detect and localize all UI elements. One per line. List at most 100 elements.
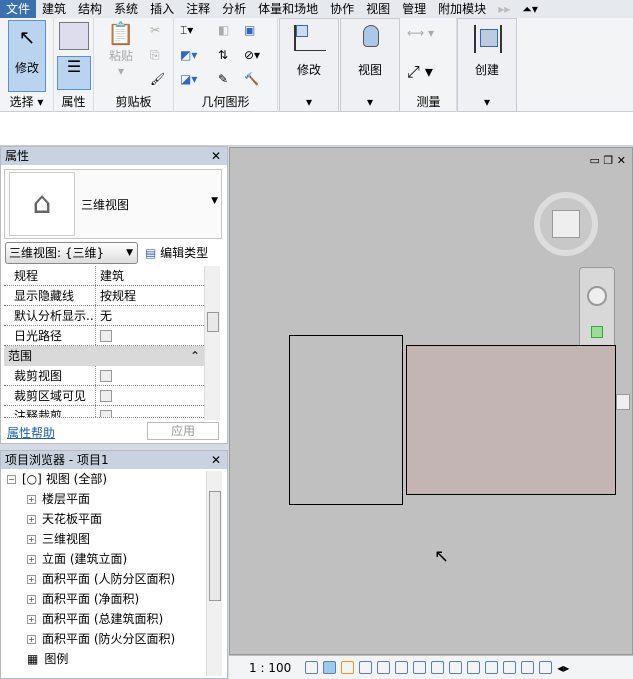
type-properties-icon[interactable]: [59, 22, 89, 50]
modify-panel-icon: [294, 25, 326, 51]
tree-node[interactable]: + 楼层平面: [7, 489, 227, 509]
worksharing-icon[interactable]: [485, 661, 499, 674]
aligned-dimension-icon[interactable]: ⟷ ▾: [407, 26, 443, 44]
crop-region-icon[interactable]: [413, 661, 427, 674]
copy-icon[interactable]: ⎘: [150, 48, 168, 66]
measure-icon[interactable]: ⤢ ▾: [407, 62, 443, 81]
cope-icon[interactable]: ⌶▾: [180, 23, 198, 41]
scroll-arrows-icon[interactable]: ◂▸: [557, 661, 569, 675]
reveal-hidden-icon[interactable]: [467, 661, 481, 674]
prop-row[interactable]: 日光路径: [4, 326, 204, 346]
menu-structure[interactable]: 结构: [72, 0, 108, 18]
tree-node[interactable]: + 天花板平面: [7, 509, 227, 529]
sun-path-icon[interactable]: [341, 661, 355, 674]
type-selector[interactable]: ⌂ 三维视图 ▼: [4, 169, 222, 239]
menu-collaborate[interactable]: 协作: [324, 0, 360, 18]
paste-button[interactable]: 📋 粘贴 ▾: [104, 22, 138, 78]
cut-geometry-icon[interactable]: ◩▾: [180, 48, 198, 66]
zoom-icon[interactable]: [591, 326, 603, 338]
more-tabs-icon[interactable]: ▸▸: [492, 0, 516, 18]
close-icon[interactable]: ✕: [211, 451, 221, 469]
sun-path-checkbox[interactable]: [100, 330, 112, 342]
crop-region-visible-checkbox[interactable]: [100, 390, 112, 402]
annotation-crop-checkbox[interactable]: [100, 410, 112, 417]
modify-button[interactable]: ↖ 修改: [8, 20, 46, 92]
tree-node[interactable]: + 面积平面 (总建筑面积): [7, 609, 227, 629]
tree-node[interactable]: + 面积平面 (人防分区面积): [7, 569, 227, 589]
constraints-icon[interactable]: [539, 661, 553, 674]
steering-wheel-icon[interactable]: [587, 286, 607, 306]
prop-row[interactable]: 裁剪视图: [4, 366, 204, 386]
geometry-panel-label: 几何图形: [201, 95, 250, 109]
view-selector[interactable]: 三维视图: {三维} ▼: [5, 242, 138, 264]
prop-row[interactable]: 裁剪区域可见: [4, 386, 204, 406]
element-shaded[interactable]: [406, 345, 616, 495]
wall-joins-icon[interactable]: ⇅: [218, 48, 236, 66]
edit-type-button[interactable]: ▤ 编辑类型: [145, 243, 208, 263]
properties-scrollbar[interactable]: [204, 266, 220, 420]
element-outline[interactable]: [289, 335, 403, 505]
lock-view-icon[interactable]: [431, 661, 445, 674]
remove-paint-icon[interactable]: ⊘▾: [244, 48, 262, 66]
render-icon[interactable]: [377, 661, 391, 674]
tree-node[interactable]: + 面积平面 (净面积): [7, 589, 227, 609]
apply-button[interactable]: 应用: [147, 422, 219, 440]
paint-icon[interactable]: ✎: [218, 72, 236, 90]
prop-row[interactable]: 规程 建筑: [4, 266, 204, 286]
modify-panel-expand[interactable]: ▾: [280, 95, 338, 109]
prop-row[interactable]: 显示隐藏线 按规程: [4, 286, 204, 306]
modify-panel[interactable]: 修改 ▾: [279, 18, 339, 112]
properties-help-link[interactable]: 属性帮助: [7, 424, 55, 441]
menu-addins[interactable]: 附加模块: [432, 0, 492, 18]
properties-panel-label: 属性: [61, 95, 86, 109]
temporary-hide-icon[interactable]: [449, 661, 463, 674]
shadows-icon[interactable]: [359, 661, 373, 674]
cut-icon[interactable]: ✂: [150, 23, 168, 41]
menu-manage[interactable]: 管理: [396, 0, 432, 18]
split-face-icon[interactable]: ◧: [218, 23, 236, 41]
crop-view-icon[interactable]: [395, 661, 409, 674]
prop-row[interactable]: 默认分析显示... 无: [4, 306, 204, 326]
tree-node-legends[interactable]: ▦ 图例: [7, 649, 227, 669]
viewcube[interactable]: [534, 192, 598, 256]
drawing-canvas[interactable]: ▭ ❐ ✕ ↖: [229, 147, 633, 655]
tree-node-views[interactable]: − [○] 视图 (全部): [7, 469, 227, 489]
menu-annotate[interactable]: 注释: [180, 0, 216, 18]
view-panel-expand[interactable]: ▾: [341, 95, 399, 109]
join-geometry-icon[interactable]: ◪▾: [180, 72, 198, 90]
ribbon-toggle-icon[interactable]: ⏶▾: [516, 0, 544, 18]
menu-massing[interactable]: 体量和场地: [252, 0, 324, 18]
tree-node[interactable]: + 面积平面 (防火分区面积): [7, 629, 227, 649]
browser-scrollbar[interactable]: [206, 471, 222, 676]
select-dropdown[interactable]: 选择 ▾: [0, 93, 53, 110]
prop-row[interactable]: 注释裁剪: [4, 406, 204, 418]
menu-file[interactable]: 文件: [0, 0, 37, 18]
view-panel[interactable]: 视图 ▾: [340, 18, 400, 112]
demolish-hammer-icon[interactable]: 🔨: [244, 72, 262, 90]
create-panel-expand[interactable]: ▾: [458, 95, 516, 109]
collapse-icon[interactable]: ⌃: [190, 346, 200, 366]
crop-view-checkbox[interactable]: [100, 370, 112, 382]
create-panel[interactable]: 创建 ▾: [457, 18, 517, 112]
match-properties-icon[interactable]: 🖌: [150, 72, 168, 90]
menu-insert[interactable]: 插入: [144, 0, 180, 18]
detail-level-icon[interactable]: [305, 661, 319, 674]
section-extents[interactable]: 范围 ⌃: [4, 346, 204, 366]
scale-selector[interactable]: 1 : 100: [249, 661, 291, 675]
close-icon[interactable]: ✕: [211, 147, 221, 165]
tree-node[interactable]: + 立面 (建筑立面): [7, 549, 227, 569]
window-controls[interactable]: ▭ ❐ ✕: [590, 154, 626, 167]
tree-node[interactable]: + 三维视图: [7, 529, 227, 549]
menu-analyze[interactable]: 分析: [216, 0, 252, 18]
view-cube-icon[interactable]: ▣: [244, 23, 262, 41]
analytical-model-icon[interactable]: [503, 661, 517, 674]
mouse-cursor-icon: ↖: [434, 546, 450, 567]
highlight-icon[interactable]: [521, 661, 535, 674]
properties-button[interactable]: ☰: [57, 56, 91, 90]
menu-architecture[interactable]: 建筑: [36, 0, 72, 18]
menu-view[interactable]: 视图: [360, 0, 396, 18]
clipboard-panel-label: 剪贴板: [115, 95, 152, 109]
menu-systems[interactable]: 系统: [108, 0, 144, 18]
vertical-scroll-thumb[interactable]: [616, 394, 630, 410]
visual-style-icon[interactable]: [323, 661, 337, 674]
